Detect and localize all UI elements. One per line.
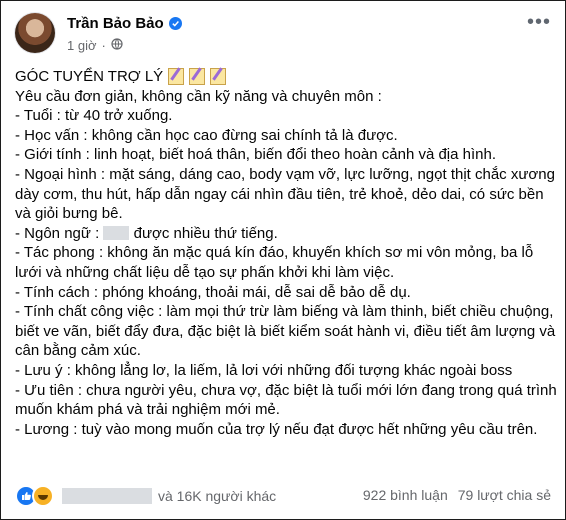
- memo-emoji-icon: [210, 68, 227, 86]
- language-prefix: - Ngôn ngữ :: [15, 224, 100, 242]
- reaction-icons: [15, 485, 54, 507]
- post-line: - Lương : tuỳ vào mong muốn của trợ lý n…: [15, 420, 538, 438]
- shares-count[interactable]: 79 lượt chia sẻ: [458, 487, 551, 503]
- post-line: - Học vấn : không cần học cao đừng sai c…: [15, 126, 398, 144]
- memo-emoji-icon: [189, 68, 206, 86]
- redacted-block: [103, 225, 130, 240]
- redacted-names: [62, 488, 152, 504]
- reactions-count[interactable]: và 16K người khác: [158, 488, 276, 504]
- post-line: - Tác phong : không ăn mặc quá kín đáo, …: [15, 244, 534, 281]
- dot-separator: ·: [101, 38, 106, 53]
- post-line: - Lưu ý : không lẳng lơ, la liếm, lả lơi…: [15, 361, 513, 379]
- author-row: Trần Bảo Bảo: [67, 15, 182, 32]
- post-line: - Tuổi : từ 40 trở xuống.: [15, 107, 173, 125]
- post-line-language: - Ngôn ngữ : được nhiều thứ tiếng.: [15, 224, 559, 244]
- haha-reaction-icon: [32, 485, 54, 507]
- post-line: - Ngoại hình : mặt sáng, dáng cao, body …: [15, 165, 555, 223]
- post-line: - Tính chất công việc : làm mọi thứ trừ …: [15, 303, 556, 360]
- post-line: Yêu cầu đơn giản, không cần kỹ năng và c…: [15, 87, 382, 105]
- post-title: GÓC TUYỂN TRỢ LÝ: [15, 68, 164, 85]
- public-globe-icon[interactable]: [111, 38, 123, 53]
- author-avatar[interactable]: [15, 13, 55, 53]
- post-stats: 922 bình luận 79 lượt chia sẻ: [363, 487, 551, 503]
- author-name[interactable]: Trần Bảo Bảo: [67, 15, 164, 32]
- post-content: GÓC TUYỂN TRỢ LÝ Yêu cầu đơn giản, không…: [15, 67, 559, 439]
- verified-badge-icon: [168, 17, 182, 30]
- reactions-summary[interactable]: và 16K người khác: [15, 485, 276, 507]
- memo-emoji-icon: [168, 68, 185, 86]
- post-title-line: GÓC TUYỂN TRỢ LÝ: [15, 67, 559, 87]
- post-line: - Giới tính : linh hoạt, biết hoá thân, …: [15, 146, 497, 164]
- more-options-icon[interactable]: •••: [527, 12, 551, 32]
- post-meta: 1 giờ ·: [67, 38, 123, 53]
- post-line: - Tính cách : phóng khoáng, thoải mái, d…: [15, 283, 411, 301]
- post-line: - Ưu tiên : chưa người yêu, chưa vợ, đặc…: [15, 381, 557, 419]
- language-suffix: được nhiều thứ tiếng.: [133, 224, 278, 242]
- comments-count[interactable]: 922 bình luận: [363, 487, 448, 503]
- post-time[interactable]: 1 giờ: [67, 38, 97, 53]
- post-header: Trần Bảo Bảo 1 giờ · •••: [15, 12, 555, 57]
- post-card: Trần Bảo Bảo 1 giờ · ••• GÓC TUYỂN TRỢ L…: [0, 0, 566, 520]
